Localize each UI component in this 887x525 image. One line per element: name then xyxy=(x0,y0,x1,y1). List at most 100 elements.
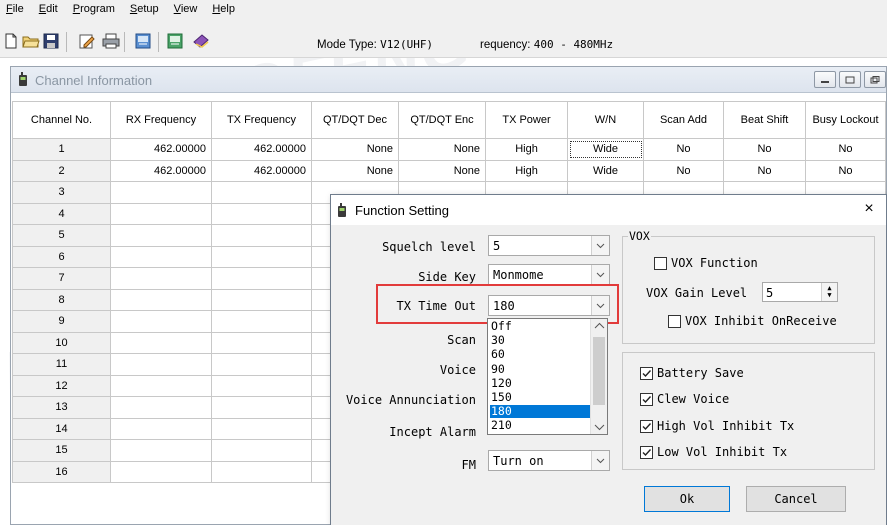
table-cell[interactable] xyxy=(110,331,212,354)
channel-number-cell[interactable]: 6 xyxy=(12,245,111,268)
table-cell[interactable] xyxy=(211,202,312,225)
channel-number-cell[interactable]: 4 xyxy=(12,202,111,225)
table-cell[interactable]: Wide xyxy=(567,138,644,161)
column-header[interactable]: RX Frequency xyxy=(110,101,212,139)
table-cell[interactable] xyxy=(110,267,212,290)
table-cell[interactable] xyxy=(110,181,212,204)
table-cell[interactable] xyxy=(110,310,212,333)
dropdown-option[interactable]: 60 xyxy=(490,348,590,361)
channel-number-cell[interactable]: 5 xyxy=(12,224,111,247)
table-cell[interactable] xyxy=(110,202,212,225)
vox-gain-level-spinner[interactable]: 5 ▲ ▼ xyxy=(762,282,838,302)
table-cell[interactable] xyxy=(110,460,212,483)
table-cell[interactable] xyxy=(211,460,312,483)
dropdown-option[interactable]: 90 xyxy=(490,362,590,376)
column-header[interactable]: Beat Shift xyxy=(723,101,806,139)
channel-number-cell[interactable]: 14 xyxy=(12,417,111,440)
table-cell[interactable] xyxy=(110,288,212,311)
new-file-icon[interactable] xyxy=(2,32,20,50)
table-cell[interactable] xyxy=(211,245,312,268)
table-cell[interactable]: 462.00000 xyxy=(211,138,312,161)
table-cell[interactable] xyxy=(211,396,312,419)
table-cell[interactable] xyxy=(110,439,212,462)
print-icon[interactable] xyxy=(102,32,120,50)
table-cell[interactable]: None xyxy=(311,138,399,161)
channel-number-cell[interactable]: 12 xyxy=(12,374,111,397)
vox-function-checkbox[interactable]: VOX Function xyxy=(654,256,758,270)
table-cell[interactable]: None xyxy=(398,138,486,161)
chevron-up-icon[interactable] xyxy=(592,321,607,331)
high-vol-inhibit-tx-checkbox[interactable]: High Vol Inhibit Tx xyxy=(640,419,794,433)
dropdown-option[interactable]: 180 xyxy=(490,405,590,418)
column-header[interactable]: Busy Lockout xyxy=(805,101,886,139)
channel-number-cell[interactable]: 15 xyxy=(12,439,111,462)
table-cell[interactable] xyxy=(211,288,312,311)
minimize-button[interactable] xyxy=(814,71,836,88)
menu-setup[interactable]: Setup xyxy=(124,0,168,18)
column-header[interactable]: Scan Add xyxy=(643,101,724,139)
maximize-button[interactable] xyxy=(839,71,861,88)
edit-icon[interactable] xyxy=(78,32,96,50)
table-cell[interactable]: No xyxy=(723,159,806,182)
dropdown-option[interactable]: 120 xyxy=(490,376,590,390)
save-icon[interactable] xyxy=(42,32,60,50)
channel-number-cell[interactable]: 2 xyxy=(12,159,111,182)
table-cell[interactable]: 462.00000 xyxy=(110,138,212,161)
table-cell[interactable]: None xyxy=(311,159,399,182)
table-cell[interactable]: High xyxy=(485,138,568,161)
table-cell[interactable]: High xyxy=(485,159,568,182)
column-header[interactable]: TX Frequency xyxy=(211,101,312,139)
column-header[interactable]: W/N xyxy=(567,101,644,139)
table-cell[interactable] xyxy=(110,245,212,268)
channel-number-cell[interactable]: 7 xyxy=(12,267,111,290)
table-cell[interactable]: 462.00000 xyxy=(110,159,212,182)
table-cell[interactable] xyxy=(110,224,212,247)
dropdown-option[interactable]: Off xyxy=(490,320,590,333)
open-folder-icon[interactable] xyxy=(22,32,40,50)
dropdown-option[interactable]: 210 xyxy=(490,419,590,432)
fm-select[interactable]: Turn on xyxy=(488,450,610,471)
channel-number-cell[interactable]: 10 xyxy=(12,331,111,354)
table-cell[interactable] xyxy=(211,374,312,397)
dropdown-option[interactable]: 150 xyxy=(490,391,590,404)
column-header[interactable]: TX Power xyxy=(485,101,568,139)
dropdown-option[interactable]: 30 xyxy=(490,334,590,347)
help-book-icon[interactable] xyxy=(192,32,210,50)
battery-save-checkbox[interactable]: Battery Save xyxy=(640,366,744,380)
ok-button[interactable]: Ok xyxy=(644,486,730,512)
table-cell[interactable] xyxy=(110,353,212,376)
table-cell[interactable] xyxy=(211,417,312,440)
side-key-select[interactable]: Monmome xyxy=(488,264,610,285)
table-cell[interactable] xyxy=(211,267,312,290)
table-cell[interactable]: No xyxy=(723,138,806,161)
table-cell[interactable]: No xyxy=(805,159,886,182)
table-cell[interactable]: No xyxy=(805,138,886,161)
close-icon[interactable]: × xyxy=(860,200,878,218)
table-cell[interactable] xyxy=(211,331,312,354)
channel-number-cell[interactable]: 1 xyxy=(12,138,111,161)
channel-number-cell[interactable]: 13 xyxy=(12,396,111,419)
column-header[interactable]: QT/DQT Dec xyxy=(311,101,399,139)
squelch-level-select[interactable]: 5 xyxy=(488,235,610,256)
table-cell[interactable]: No xyxy=(643,138,724,161)
table-cell[interactable]: Wide xyxy=(567,159,644,182)
table-cell[interactable] xyxy=(211,181,312,204)
menu-file[interactable]: File xyxy=(0,0,33,18)
channel-number-cell[interactable]: 8 xyxy=(12,288,111,311)
channel-number-cell[interactable]: 11 xyxy=(12,353,111,376)
channel-number-cell[interactable]: 3 xyxy=(12,181,111,204)
table-cell[interactable] xyxy=(211,439,312,462)
write-radio-icon[interactable] xyxy=(166,32,184,50)
dropdown-scrollbar[interactable] xyxy=(590,319,607,434)
channel-number-cell[interactable]: 9 xyxy=(12,310,111,333)
menu-program[interactable]: Program xyxy=(67,0,124,18)
menu-help[interactable]: Help xyxy=(206,0,244,18)
chevron-down-icon[interactable] xyxy=(592,422,607,432)
table-cell[interactable] xyxy=(211,224,312,247)
cancel-button[interactable]: Cancel xyxy=(746,486,846,512)
table-cell[interactable] xyxy=(211,353,312,376)
menu-edit[interactable]: Edit xyxy=(33,0,67,18)
table-cell[interactable]: 462.00000 xyxy=(211,159,312,182)
restore-button[interactable] xyxy=(864,71,886,88)
low-vol-inhibit-tx-checkbox[interactable]: Low Vol Inhibit Tx xyxy=(640,445,787,459)
